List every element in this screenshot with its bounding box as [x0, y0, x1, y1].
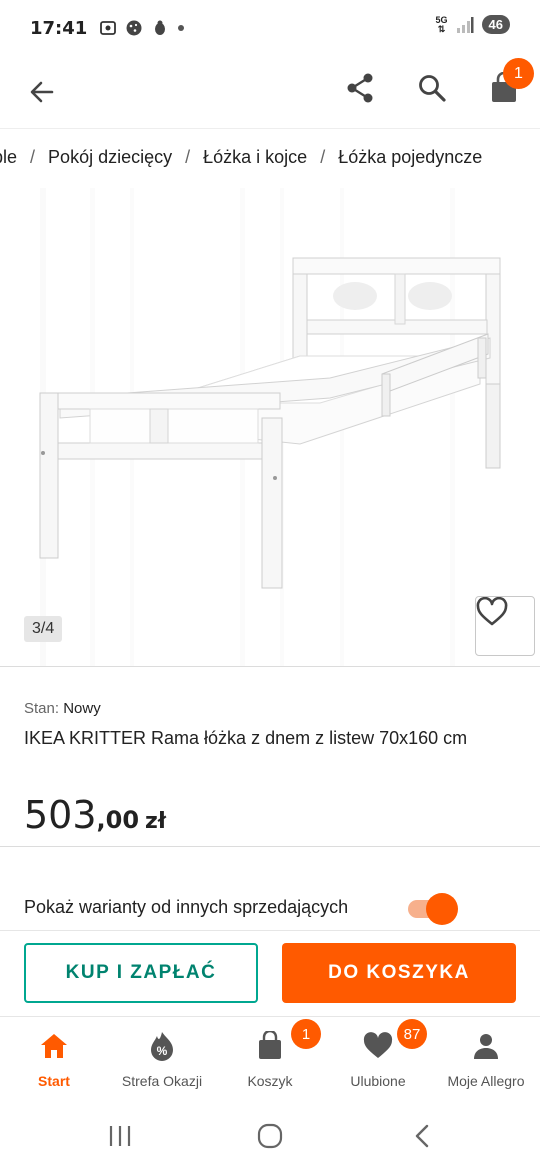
back-button[interactable]: [20, 70, 64, 114]
toggle-knob: [426, 893, 458, 925]
nav-item-favorites[interactable]: Ulubione 87: [324, 1017, 432, 1103]
arrow-left-icon: [30, 81, 54, 103]
add-to-favorites-button[interactable]: [475, 596, 535, 656]
share-button[interactable]: [338, 66, 382, 110]
favorites-badge: 87: [397, 1019, 427, 1049]
home-button[interactable]: [250, 1118, 290, 1154]
breadcrumb-item[interactable]: Pokój dziecięcy: [48, 147, 172, 168]
price-cents: ,00: [96, 806, 140, 834]
heart-icon: [363, 1032, 393, 1058]
cookie-icon: [126, 20, 142, 36]
breadcrumb-item[interactable]: eble: [0, 147, 17, 168]
app-bar: [0, 56, 540, 128]
battery-level: 46: [481, 15, 510, 34]
condition-label: Stan:: [24, 700, 60, 717]
search-button[interactable]: [410, 66, 454, 110]
svg-text:%: %: [157, 1044, 168, 1058]
nav-label: Moje Allegro: [447, 1073, 525, 1089]
notification-icons: [99, 19, 185, 37]
search-icon: [419, 75, 446, 102]
condition-value: Nowy: [63, 700, 101, 717]
product-price: 503,00 zł: [24, 793, 166, 837]
person-icon: [474, 1034, 498, 1059]
system-navigation-bar: [0, 1102, 540, 1170]
nav-label: Start: [38, 1073, 70, 1089]
deals-icon: %: [151, 1032, 173, 1061]
heart-outline-icon: [476, 597, 508, 626]
breadcrumb: eble / Pokój dziecięcy / Łóżka i kojce /…: [0, 128, 540, 188]
price-integer: 503: [24, 793, 97, 837]
action-bar: KUP I ZAPŁAĆ DO KOSZYKA: [0, 930, 540, 1016]
share-icon: [347, 73, 373, 103]
bottom-navigation: Start % Strefa Okazji Koszyk 1 Ulubione …: [0, 1016, 540, 1102]
breadcrumb-separator: /: [320, 147, 326, 167]
breadcrumb-separator: /: [185, 147, 191, 167]
divider: [0, 846, 540, 847]
cart-badge: 1: [291, 1019, 321, 1049]
variants-label: Pokaż warianty od innych sprzedających: [24, 897, 349, 917]
add-to-cart-button[interactable]: DO KOSZYKA: [282, 943, 516, 1003]
buy-now-button[interactable]: KUP I ZAPŁAĆ: [24, 943, 258, 1003]
dot-icon: [178, 25, 185, 31]
system-back-button[interactable]: [402, 1118, 442, 1154]
product-title: IKEA KRITTER Rama łóżka z dnem z listew …: [24, 728, 468, 748]
screenshot-icon: [100, 21, 117, 35]
status-time: 17:41: [30, 17, 88, 39]
network-type: 5G ⇅: [435, 14, 448, 34]
price-currency: zł: [145, 809, 167, 834]
signal-icon: [456, 16, 474, 33]
product-gallery[interactable]: 3/4: [0, 188, 540, 666]
product-image: [39, 188, 501, 666]
system-icons: 5G ⇅ 46: [436, 15, 510, 34]
nav-label: Strefa Okazji: [121, 1073, 203, 1089]
product-condition: Stan: Nowy: [24, 700, 101, 717]
nav-label: Ulubione: [350, 1073, 406, 1089]
divider: [0, 666, 540, 667]
breadcrumb-item[interactable]: Łóżka i kojce: [203, 147, 307, 168]
home-circle-icon: [257, 1123, 283, 1149]
nav-item-start[interactable]: Start: [0, 1017, 108, 1103]
nav-label: Koszyk: [247, 1073, 293, 1089]
nav-item-account[interactable]: Moje Allegro: [432, 1017, 540, 1103]
chevron-left-icon: [415, 1124, 429, 1148]
nav-item-cart[interactable]: Koszyk 1: [216, 1017, 324, 1103]
breadcrumb-separator: /: [30, 147, 36, 167]
home-icon: [41, 1034, 67, 1058]
nav-item-deals[interactable]: % Strefa Okazji: [108, 1017, 216, 1103]
variants-toggle[interactable]: [406, 892, 458, 925]
bug-icon: [155, 20, 166, 35]
cart-count-badge: 1: [503, 58, 534, 89]
status-bar: 17:41 5G ⇅ 46: [0, 0, 540, 56]
recent-apps-button[interactable]: [100, 1118, 140, 1154]
image-counter: 3/4: [24, 616, 63, 642]
bag-icon: [259, 1031, 281, 1059]
recent-apps-icon: [109, 1126, 131, 1146]
breadcrumb-item[interactable]: Łóżka pojedyncze: [338, 147, 482, 168]
